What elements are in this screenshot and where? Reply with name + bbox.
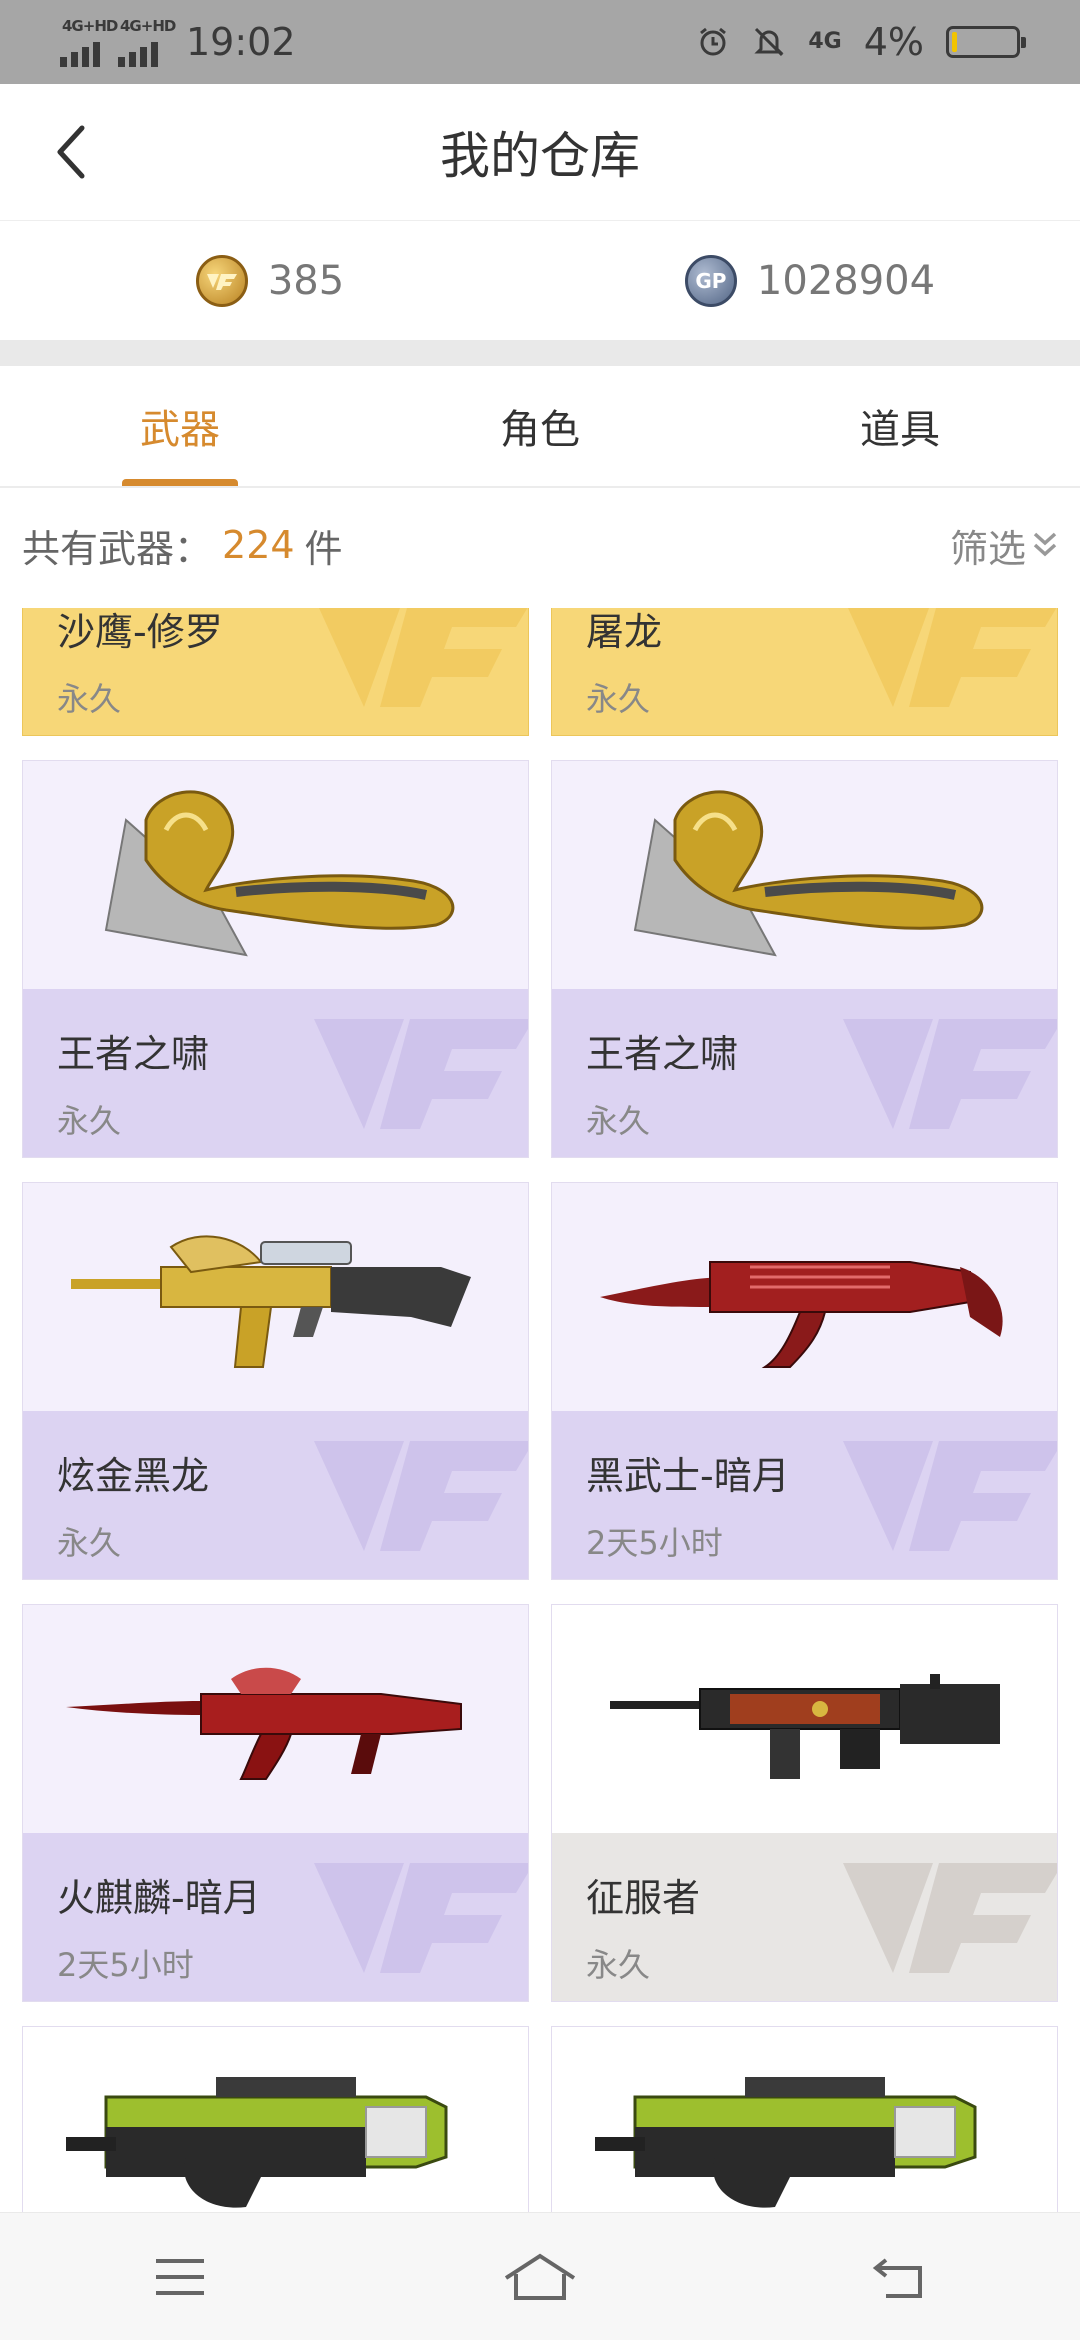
filter-label: 筛选 [949,526,1026,571]
weapon-card[interactable]: 炫金黑龙 永久 [22,1182,529,1580]
network-label-2: 4G+HD [120,17,176,35]
back-arrow-icon [57,125,85,179]
red-rifle-icon [599,1261,1003,1368]
tab-items[interactable]: 道具 [720,366,1080,486]
gold-rifle-icon [70,1235,471,1368]
weapon-duration: 永久 [57,1524,122,1562]
weapon-duration: 永久 [586,1946,651,1984]
signal-2-icon: 4G+HD [118,17,176,67]
weapon-image [552,761,1057,989]
cf-coin-icon [195,254,248,307]
gp-points-value: 1028904 [756,257,936,304]
weapon-card[interactable]: 火麒麟-暗月 2天5小时 [22,1604,529,2002]
return-icon [872,2257,922,2298]
back-nav-button[interactable] [855,2232,945,2322]
weapon-name: 屠龙 [586,610,663,654]
weapon-image [23,2027,528,2212]
weapon-card[interactable]: 征服者 永久 [551,1604,1058,2002]
filter-button[interactable]: 筛选 [950,518,1058,573]
signal-1-icon: 4G+HD [60,17,118,67]
category-tabs: 武器 角色 道具 [0,366,1080,488]
count-label: 共有武器： [22,526,213,571]
weapon-card[interactable]: 黑武士-暗月 2天5小时 [551,1182,1058,1580]
red-ak-icon [65,1667,462,1780]
weapon-duration: 2天5小时 [57,1946,194,1984]
weapon-name: 沙鹰-修罗 [57,610,223,654]
green-smg-icon [65,2077,447,2208]
double-chevron-down-icon [1033,532,1057,557]
weapon-image [23,1605,528,1833]
weapon-card[interactable] [551,2026,1058,2212]
weapon-name: 炫金黑龙 [57,1454,210,1498]
weapon-count-row: 共有武器： 224 件 筛选 [0,490,1080,600]
home-icon [504,2253,576,2300]
page-title: 我的仓库 [440,127,640,185]
back-button[interactable] [42,122,102,182]
currency-bar: 385 GP 1028904 [0,220,1080,340]
home-button[interactable] [495,2232,585,2322]
battery-icon [946,26,1026,58]
network-label-1: 4G+HD [62,17,118,35]
mute-icon [754,27,784,57]
battery-percent: 4% [863,20,924,64]
green-smg-icon [594,2077,976,2208]
weapon-duration: 永久 [586,1102,651,1140]
weapon-image [552,2027,1057,2212]
weapon-image [552,1605,1057,1833]
gp-points: GP 1028904 [540,221,1080,340]
weapon-name: 王者之啸 [586,1032,739,1076]
weapon-image [23,1183,528,1411]
weapon-duration: 永久 [586,680,651,718]
menu-icon [156,2258,204,2295]
weapon-image [23,761,528,989]
weapon-count: 224 [222,523,295,567]
weapon-image [552,1183,1057,1411]
weapon-duration: 永久 [57,680,122,718]
weapon-name: 征服者 [586,1876,701,1920]
weapon-duration: 永久 [57,1102,122,1140]
clock: 19:02 [186,20,296,64]
tab-characters[interactable]: 角色 [360,366,720,486]
divider [0,340,1080,366]
gp-coin-label: GP [695,268,727,293]
golden-axe-icon [104,790,454,957]
weapon-card[interactable]: 王者之啸 永久 [22,760,529,1158]
app-header: 我的仓库 [0,84,1080,220]
weapon-grid: 沙鹰-修罗 永久 屠龙 永久 王者之啸 永久 王者之啸 永久 炫金黑龙 永久 黑… [0,608,1080,2212]
tab-weapons[interactable]: 武器 [0,366,360,486]
cf-points-value: 385 [267,257,345,304]
weapon-card[interactable]: 沙鹰-修罗 永久 [22,608,529,736]
network-4g-label: 4G [808,29,842,54]
alarm-icon [700,27,727,56]
weapon-name: 黑武士-暗月 [586,1454,790,1498]
dark-rifle-icon [609,1674,1000,1779]
weapon-card[interactable] [22,2026,529,2212]
count-unit: 件 [304,526,343,571]
weapon-card[interactable]: 屠龙 永久 [551,608,1058,736]
system-nav-bar [0,2212,1080,2340]
cf-points: 385 [0,221,540,340]
weapon-name: 王者之啸 [57,1032,210,1076]
weapon-duration: 2天5小时 [586,1524,723,1562]
gp-coin-icon: GP [684,254,737,307]
menu-button[interactable] [135,2232,225,2322]
status-bar: 4G+HD 4G+HD 19:02 4G 4% [0,0,1080,84]
golden-axe-icon [633,790,983,957]
weapon-card[interactable]: 王者之啸 永久 [551,760,1058,1158]
weapon-name: 火麒麟-暗月 [57,1876,261,1920]
